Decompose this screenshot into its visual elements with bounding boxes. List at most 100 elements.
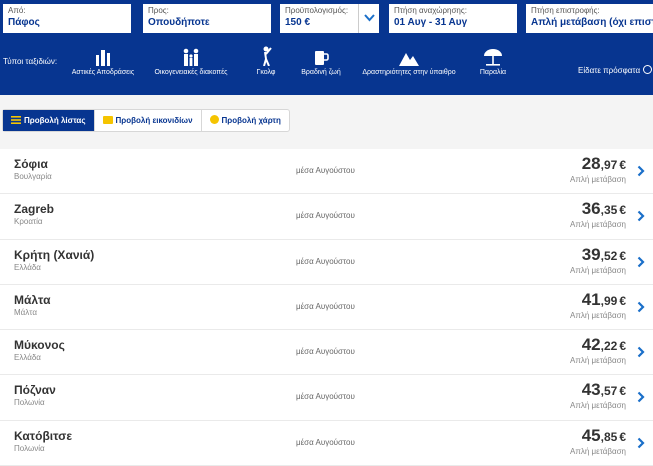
- trip-type-label: Οικογενειακές διακοπές: [154, 69, 228, 76]
- trip-type-label: Γκολφ: [256, 69, 276, 76]
- clock-icon: [643, 65, 653, 74]
- city-name: Μύκονος: [14, 338, 65, 353]
- result-row[interactable]: Πόζναν Πολωνία μέσα Αυγούστου 43,57 € Απλ…: [0, 375, 653, 421]
- currency: €: [619, 429, 626, 444]
- price: 42,22 € Απλή μετάβαση: [570, 335, 626, 365]
- globe-icon: [209, 115, 219, 126]
- budget-field[interactable]: Προϋπολογισμός: 150 €: [280, 4, 358, 33]
- chevron-right-icon[interactable]: [637, 437, 645, 449]
- country-name: Βουλγαρία: [14, 172, 52, 181]
- country-name: Πολωνία: [14, 443, 45, 453]
- country-name: Ελλάδα: [14, 353, 41, 363]
- price: 45,85 € Απλή μετάβαση: [570, 426, 626, 456]
- city-name: Zagreb: [14, 202, 55, 217]
- price: 41,99 € Απλή μετάβαση: [570, 290, 626, 320]
- search-header: Από: Πάφος Προς: Οπουδήποτε Προϋπολογισμ…: [0, 0, 653, 95]
- price-int: 43: [581, 380, 601, 400]
- result-row[interactable]: Μύκονος Ελλάδα μέσα Αυγούστου 42,22 € Απλ…: [0, 330, 653, 376]
- trip-type-family[interactable]: Οικογενειακές διακοπές: [150, 44, 232, 76]
- country-name: Κροατία: [14, 217, 43, 227]
- list-view-label: Προβολή λίστας: [24, 116, 86, 125]
- travel-period: μέσα Αυγούστου: [296, 166, 355, 175]
- city-name: Πόζναν: [14, 383, 56, 398]
- to-label: Προς:: [148, 6, 169, 15]
- chevron-right-icon[interactable]: [637, 256, 645, 268]
- city-name: Κατόβιτσε: [14, 428, 73, 443]
- departure-field[interactable]: Πτήση αναχώρησης: 01 Αυγ - 31 Αυγ: [389, 4, 517, 33]
- trip-type-beach[interactable]: Παραλία: [474, 44, 512, 76]
- trip-type-city[interactable]: Αστικές Αποδράσεις: [70, 44, 136, 76]
- return-field[interactable]: Πτήση επιστροφής: Απλή μετάβαση (όχι επι…: [526, 4, 653, 33]
- trip-types-label: Τύποι ταξιδιών:: [3, 57, 58, 66]
- city-name: Κρήτη (Χανιά): [14, 247, 95, 262]
- from-value: Πάφος: [8, 17, 40, 28]
- price-dec: ,52: [600, 248, 618, 263]
- country-name: Πολωνία: [14, 398, 45, 408]
- travel-period: μέσα Αυγούστου: [296, 437, 355, 447]
- price-dec: ,22: [600, 339, 618, 354]
- trip-type-label: Δραστηριότητες στην ύπαιθρο: [362, 69, 456, 76]
- list-icon: [11, 115, 21, 126]
- travel-period: μέσα Αυγούστου: [296, 347, 355, 357]
- trip-type-nightlife[interactable]: Βραδινή ζωή: [298, 44, 344, 76]
- chevron-right-icon[interactable]: [637, 301, 645, 313]
- beach-icon: [484, 49, 502, 66]
- view-switcher: Προβολή λίστας Προβολή εικονιδίων Προβολ…: [2, 109, 290, 132]
- trip-type-outdoors[interactable]: Δραστηριότητες στην ύπαιθρο: [358, 44, 460, 76]
- departure-value: 01 Αυγ - 31 Αυγ: [394, 17, 468, 28]
- from-field[interactable]: Από: Πάφος: [3, 4, 131, 33]
- trip-type: Απλή μετάβαση: [570, 220, 626, 230]
- to-value: Οπουδήποτε: [148, 17, 210, 28]
- image-icon: [102, 115, 113, 126]
- currency: €: [619, 248, 626, 263]
- return-value: Απλή μετάβαση (όχι επιστρο: [531, 17, 653, 28]
- price-dec: ,97: [600, 158, 618, 172]
- result-row[interactable]: Μάλτα Μάλτα μέσα Αυγούστου 41,99 € Απλή μ…: [0, 284, 653, 331]
- image-view-label: Προβολή εικονιδίων: [115, 116, 193, 125]
- price-int: 28: [581, 154, 601, 173]
- recently-seen-label: Είδατε πρόσφατα: [578, 66, 641, 75]
- trip-type-label: Παραλία: [479, 69, 507, 76]
- trip-type: Απλή μετάβαση: [570, 175, 626, 184]
- map-view-label: Προβολή χάρτη: [221, 116, 281, 125]
- result-row[interactable]: Zagreb Κροατία μέσα Αυγούστου 36,35 € Απλ…: [0, 194, 653, 240]
- chevron-right-icon[interactable]: [637, 346, 645, 358]
- result-row[interactable]: Κρήτη (Χανιά) Ελλάδα μέσα Αυγούστου 39,5…: [0, 239, 653, 285]
- chevron-right-icon[interactable]: [637, 210, 645, 222]
- price: 39,52 € Απλή μετάβαση: [570, 245, 626, 275]
- trip-type: Απλή μετάβαση: [570, 356, 626, 366]
- departure-label: Πτήση αναχώρησης:: [394, 6, 467, 15]
- currency: €: [619, 293, 626, 308]
- results-list: Σόφια Βουλγαρία μέσα Αυγούστου 28,97 € Απ…: [0, 149, 653, 466]
- image-view-button[interactable]: Προβολή εικονιδίων: [95, 110, 202, 131]
- budget-value: 150 €: [285, 17, 311, 28]
- nightlife-icon: [315, 51, 329, 65]
- chevron-right-icon[interactable]: [637, 165, 645, 177]
- travel-period: μέσα Αυγούστου: [296, 301, 355, 311]
- city-icon: [96, 50, 110, 66]
- price-dec: ,99: [600, 293, 618, 308]
- result-row[interactable]: Κατόβιτσε Πολωνία μέσα Αυγούστου 45,85 € …: [0, 420, 653, 466]
- price-int: 45: [581, 425, 601, 445]
- currency: €: [619, 158, 626, 172]
- list-view-button[interactable]: Προβολή λίστας: [3, 110, 95, 131]
- chevron-right-icon[interactable]: [637, 391, 645, 403]
- trip-type: Απλή μετάβαση: [570, 446, 626, 456]
- family-icon: [183, 48, 199, 66]
- price-dec: ,35: [600, 203, 618, 218]
- to-field[interactable]: Προς: Οπουδήποτε: [143, 4, 271, 33]
- city-name: Μάλτα: [14, 292, 51, 307]
- trip-type: Απλή μετάβαση: [570, 401, 626, 411]
- travel-period: μέσα Αυγούστου: [296, 392, 355, 402]
- trip-type-golf[interactable]: Γκολφ: [250, 44, 282, 76]
- map-view-button[interactable]: Προβολή χάρτη: [202, 110, 289, 131]
- mountain-icon: [399, 53, 419, 66]
- price-dec: ,57: [600, 384, 618, 399]
- travel-period: μέσα Αυγούστου: [296, 256, 355, 266]
- result-row[interactable]: Σόφια Βουλγαρία μέσα Αυγούστου 28,97 € Απ…: [0, 149, 653, 195]
- currency: €: [619, 339, 626, 354]
- budget-label: Προϋπολογισμός:: [285, 6, 349, 15]
- trip-type-label: Αστικές Αποδράσεις: [71, 69, 135, 76]
- budget-dropdown-button[interactable]: [358, 4, 379, 33]
- recently-seen-link[interactable]: Είδατε πρόσφατα: [578, 65, 653, 75]
